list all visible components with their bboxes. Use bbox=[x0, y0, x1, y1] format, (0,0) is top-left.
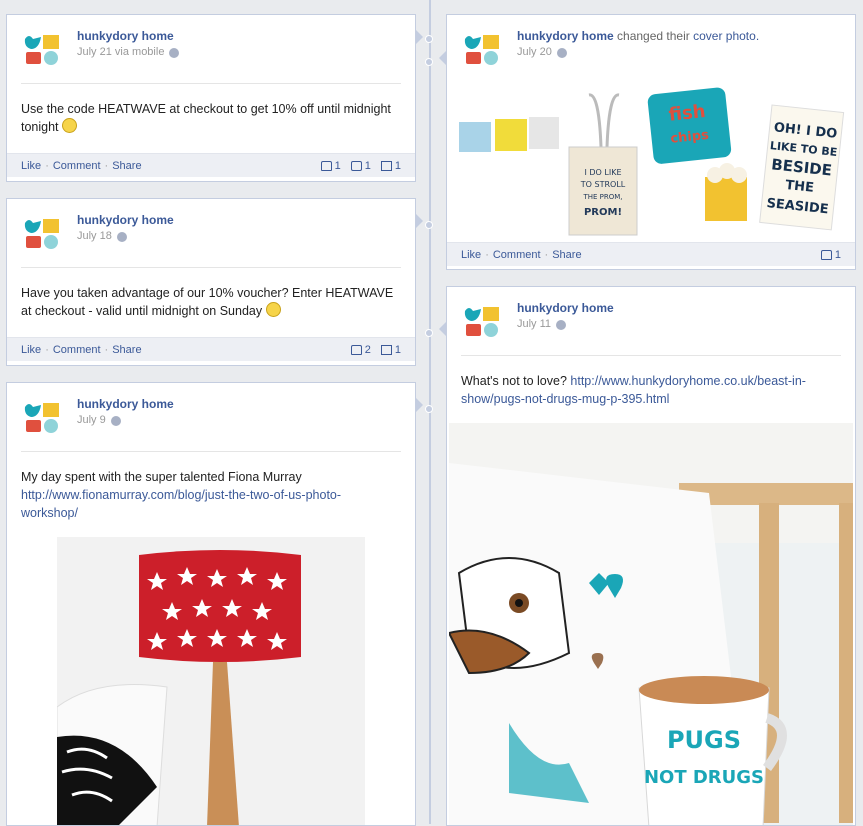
post-header: hunkydory home July 11 bbox=[461, 301, 614, 345]
page-logo[interactable] bbox=[21, 29, 65, 73]
share-icon bbox=[380, 344, 392, 355]
post-text: Have you taken advantage of our 10% vouc… bbox=[21, 286, 394, 318]
thumbs-up-icon bbox=[820, 249, 832, 260]
timeline-dot bbox=[425, 221, 433, 229]
post-actions: Like · Comment · Share 1 1 1 bbox=[7, 153, 415, 177]
post-text: What's not to love? http://www.hunkydory… bbox=[461, 374, 806, 406]
globe-icon bbox=[169, 47, 180, 58]
like-link[interactable]: Like bbox=[461, 249, 481, 261]
post-card: hunkydory home changed their cover photo… bbox=[446, 14, 856, 270]
smiley-icon bbox=[62, 118, 78, 133]
like-count[interactable]: 1 bbox=[320, 160, 341, 172]
post-date[interactable]: July 20 bbox=[517, 45, 552, 60]
thumbs-up-icon bbox=[320, 160, 332, 171]
action-text: changed their bbox=[617, 29, 690, 43]
card-pointer bbox=[439, 51, 446, 65]
share-icon bbox=[380, 160, 392, 171]
share-link[interactable]: Share bbox=[552, 249, 581, 261]
globe-icon bbox=[556, 319, 567, 330]
card-pointer bbox=[416, 30, 423, 44]
cover-photo-link[interactable]: cover photo. bbox=[693, 29, 759, 43]
divider bbox=[21, 83, 401, 84]
timeline-dot bbox=[425, 35, 433, 43]
globe-icon bbox=[116, 231, 127, 242]
svg-text:THE PROM,: THE PROM, bbox=[582, 193, 622, 201]
svg-text:PROM!: PROM! bbox=[584, 207, 622, 218]
like-count[interactable]: 1 bbox=[820, 249, 841, 261]
like-count[interactable]: 2 bbox=[350, 344, 371, 356]
post-header: hunkydory home changed their cover photo… bbox=[461, 29, 759, 73]
page-name[interactable]: hunkydory home bbox=[77, 397, 174, 412]
post-date[interactable]: July 9 bbox=[77, 413, 106, 428]
comment-link[interactable]: Comment bbox=[53, 344, 101, 356]
divider bbox=[21, 267, 401, 268]
divider bbox=[461, 355, 841, 356]
comment-count[interactable]: 1 bbox=[350, 160, 371, 172]
page-name[interactable]: hunkydory home bbox=[517, 29, 614, 43]
post-card: hunkydory home July 11 What's not to lov… bbox=[446, 286, 856, 826]
divider bbox=[21, 451, 401, 452]
post-date[interactable]: July 18 bbox=[77, 229, 112, 244]
smiley-icon bbox=[265, 302, 281, 317]
page-name[interactable]: hunkydory home bbox=[517, 301, 614, 316]
page-logo[interactable] bbox=[21, 397, 65, 441]
svg-text:TO STROLL: TO STROLL bbox=[580, 180, 626, 189]
post-actions: Like · Comment · Share 2 1 bbox=[7, 337, 415, 361]
post-header: hunkydory home July 21 via mobile bbox=[21, 29, 180, 73]
svg-text:fish: fish bbox=[668, 101, 707, 126]
post-text: My day spent with the super talented Fio… bbox=[21, 470, 342, 520]
timeline-dot bbox=[425, 405, 433, 413]
post-photo[interactable] bbox=[57, 537, 365, 825]
timeline-dot bbox=[425, 58, 433, 66]
post-link[interactable]: http://www.fionamurray.com/blog/just-the… bbox=[21, 488, 341, 520]
post-card: hunkydory home July 18 Have you taken ad… bbox=[6, 198, 416, 366]
mug-text-line-2: NOT DRUGS bbox=[644, 767, 764, 788]
timeline-dot bbox=[425, 329, 433, 337]
page-logo[interactable] bbox=[21, 213, 65, 257]
post-actions: Like · Comment · Share 1 bbox=[447, 242, 855, 266]
like-link[interactable]: Like bbox=[21, 344, 41, 356]
mug-text-line-1: PUGS bbox=[667, 726, 741, 754]
post-date[interactable]: July 11 bbox=[517, 317, 551, 332]
globe-icon bbox=[556, 47, 567, 58]
post-header: hunkydory home July 9 bbox=[21, 397, 174, 441]
card-pointer bbox=[439, 322, 446, 336]
page-name[interactable]: hunkydory home bbox=[77, 213, 174, 228]
like-link[interactable]: Like bbox=[21, 160, 41, 172]
page-name[interactable]: hunkydory home bbox=[77, 29, 179, 44]
svg-text:THE: THE bbox=[785, 178, 815, 196]
post-photo[interactable]: PUGS NOT DRUGS bbox=[449, 423, 853, 825]
share-link[interactable]: Share bbox=[112, 344, 141, 356]
post-text: Use the code HEATWAVE at checkout to get… bbox=[21, 102, 391, 134]
comment-link[interactable]: Comment bbox=[493, 249, 541, 261]
page-logo[interactable] bbox=[461, 301, 505, 345]
page-logo[interactable] bbox=[461, 29, 505, 73]
post-card: hunkydory home July 21 via mobile Use th… bbox=[6, 14, 416, 182]
share-count[interactable]: 1 bbox=[380, 344, 401, 356]
share-count[interactable]: 1 bbox=[380, 160, 401, 172]
thumbs-up-icon bbox=[350, 344, 362, 355]
post-header: hunkydory home July 18 bbox=[21, 213, 174, 257]
post-date[interactable]: July 21 via mobile bbox=[77, 45, 164, 60]
comment-icon bbox=[350, 160, 362, 171]
card-pointer bbox=[416, 398, 423, 412]
post-card: hunkydory home July 9 My day spent with … bbox=[6, 382, 416, 826]
card-pointer bbox=[416, 214, 423, 228]
cover-photo[interactable]: I DO LIKE TO STROLL THE PROM, PROM! fish… bbox=[457, 87, 849, 237]
svg-text:I DO LIKE: I DO LIKE bbox=[584, 168, 621, 177]
globe-icon bbox=[110, 415, 121, 426]
comment-link[interactable]: Comment bbox=[53, 160, 101, 172]
share-link[interactable]: Share bbox=[112, 160, 141, 172]
